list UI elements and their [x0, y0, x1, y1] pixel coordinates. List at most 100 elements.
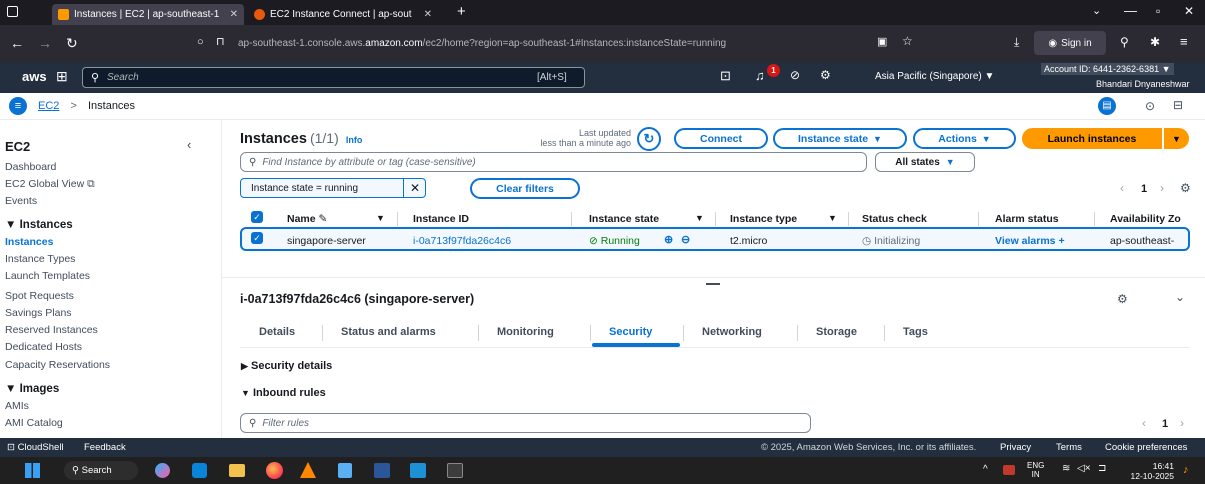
sidebar-title[interactable]: EC2: [5, 139, 30, 154]
close-tab-icon[interactable]: ✕: [224, 9, 238, 20]
sort-icon[interactable]: ▼: [376, 213, 385, 223]
notification-bell-icon[interactable]: ♪: [1183, 464, 1189, 476]
maximize-icon[interactable]: ▫: [1156, 4, 1160, 18]
actions-button[interactable]: Actions ▼: [913, 128, 1016, 149]
browser-tab-instances[interactable]: Instances | EC2 | ap-southeast-1 ✕: [52, 4, 244, 25]
sort-icon[interactable]: ▼: [695, 213, 704, 223]
tab-tags[interactable]: Tags: [903, 326, 928, 338]
zoom-in-icon[interactable]: ⊕: [664, 233, 673, 246]
close-window-icon[interactable]: ✕: [1184, 4, 1194, 18]
tab-overflow-icon[interactable]: ⌄: [1092, 4, 1101, 17]
col-alarm-status[interactable]: Alarm status: [995, 213, 1059, 225]
filter-rules-input[interactable]: ⚲ Filter rules: [240, 413, 811, 433]
tab-networking[interactable]: Networking: [702, 326, 762, 338]
connect-button[interactable]: Connect: [674, 128, 768, 149]
security-details-toggle[interactable]: ▶ Security details: [241, 360, 332, 372]
sidebar-item-global-view[interactable]: EC2 Global View ⧉: [5, 178, 95, 191]
account-user[interactable]: Bhandari Dnyaneshwar: [1096, 79, 1190, 89]
copilot-icon[interactable]: [155, 463, 170, 478]
notifications-bell-icon[interactable]: ♫: [755, 68, 765, 83]
tab-details[interactable]: Details: [259, 326, 295, 338]
help-icon[interactable]: ⊘: [790, 68, 800, 82]
prev-page-icon[interactable]: ‹: [1120, 181, 1124, 195]
next-page-icon[interactable]: ›: [1160, 181, 1164, 195]
show-hidden-icons[interactable]: ^: [983, 464, 988, 475]
table-settings-gear-icon[interactable]: ⚙: [1180, 181, 1191, 195]
launch-instances-button[interactable]: Launch instances: [1022, 128, 1162, 149]
details-settings-gear-icon[interactable]: ⚙: [1117, 292, 1128, 306]
windows-start-icon[interactable]: [25, 463, 40, 478]
volume-icon[interactable]: ◁×: [1077, 463, 1091, 474]
sidebar-section-instances[interactable]: ▼ Instances: [5, 219, 73, 231]
store-icon[interactable]: [192, 463, 207, 478]
sidebar-item-amis[interactable]: AMIs: [5, 400, 29, 412]
account-id[interactable]: Account ID: 6441-2362-6381 ▼: [1041, 63, 1174, 75]
extensions-icon[interactable]: ⚲: [1120, 35, 1129, 49]
sidebar-item-dedicated-hosts[interactable]: Dedicated Hosts: [5, 341, 82, 353]
row-checkbox[interactable]: ✓: [251, 232, 263, 244]
feedback-link[interactable]: Feedback: [84, 442, 126, 453]
tab-security[interactable]: Security: [609, 326, 652, 338]
tab-list-icon[interactable]: [7, 6, 18, 17]
collapse-panel-icon[interactable]: ⌄: [1175, 290, 1185, 304]
instance-state-button[interactable]: Instance state ▼: [773, 128, 907, 149]
col-instance-state[interactable]: Instance state: [589, 213, 659, 225]
sort-icon[interactable]: ▼: [828, 213, 837, 223]
launch-dropdown-button[interactable]: ▼: [1164, 128, 1189, 149]
browser-tab-connect[interactable]: EC2 Instance Connect | ap-sout ✕: [248, 4, 438, 25]
clear-filters-button[interactable]: Clear filters: [470, 178, 580, 199]
breadcrumb-ec2-link[interactable]: EC2: [38, 100, 59, 112]
side-nav-toggle-icon[interactable]: ≡: [9, 97, 27, 115]
remove-filter-icon[interactable]: ✕: [403, 179, 426, 197]
battery-icon[interactable]: ⊐: [1098, 463, 1106, 474]
tab-status-and-alarms[interactable]: Status and alarms: [341, 326, 436, 338]
language-indicator[interactable]: ENG IN: [1027, 461, 1044, 479]
tray-app-icon[interactable]: [1003, 465, 1015, 475]
page-number[interactable]: 1: [1141, 183, 1147, 195]
refresh-button[interactable]: ↻: [637, 127, 661, 151]
reload-icon[interactable]: ↻: [66, 35, 78, 51]
address-bar[interactable]: ○ ⊓ ap-southeast-1.console.aws.amazon.co…: [194, 31, 1004, 56]
settings-gear-icon[interactable]: ⚙: [820, 68, 831, 82]
cookie-preferences-link[interactable]: Cookie preferences: [1105, 442, 1187, 453]
instance-id-link[interactable]: i-0a713f97fda26c4c6: [413, 235, 511, 247]
sidebar-item-spot-requests[interactable]: Spot Requests: [5, 290, 74, 302]
sidebar-item-events[interactable]: Events: [5, 195, 37, 207]
cloudshell-icon[interactable]: ⊡: [720, 68, 731, 84]
menu-icon[interactable]: ≡: [1180, 34, 1188, 49]
col-name[interactable]: Name ✎: [287, 213, 327, 225]
terminal-icon[interactable]: [447, 463, 463, 478]
privacy-link[interactable]: Privacy: [1000, 442, 1031, 453]
resize-handle[interactable]: [706, 283, 720, 285]
tab-monitoring[interactable]: Monitoring: [497, 326, 554, 338]
minimize-icon[interactable]: —: [1124, 3, 1137, 18]
sidebar-item-ami-catalog[interactable]: AMI Catalog: [5, 417, 63, 429]
new-tab-icon[interactable]: +: [457, 3, 466, 20]
taskbar-search[interactable]: ⚲ Search: [64, 461, 138, 480]
wifi-icon[interactable]: ≋: [1062, 463, 1070, 474]
notifications-panel-icon[interactable]: ▤: [1098, 97, 1116, 115]
state-filter-select[interactable]: All states ▼: [875, 152, 975, 172]
zoom-out-icon[interactable]: ⊖: [681, 233, 690, 246]
sidebar-section-images[interactable]: ▼ Images: [5, 383, 59, 395]
clock[interactable]: 16:41 12-10-2025: [1122, 461, 1174, 481]
sidebar-item-instance-types[interactable]: Instance Types: [5, 253, 75, 265]
info-link[interactable]: Info: [346, 135, 363, 145]
split-panel-icon[interactable]: ⊟: [1173, 98, 1183, 112]
console-search[interactable]: ⚲ Search [Alt+S]: [82, 67, 585, 88]
split-panel-divider[interactable]: [222, 277, 1205, 278]
bookmark-star-icon[interactable]: ☆: [902, 34, 913, 48]
sidebar-item-launch-templates[interactable]: Launch Templates: [5, 270, 90, 282]
sidebar-item-dashboard[interactable]: Dashboard: [5, 161, 56, 173]
vlc-icon[interactable]: [300, 462, 316, 478]
sign-in-button[interactable]: ◉ Sign in: [1034, 31, 1106, 55]
sidebar-item-capacity-reservations[interactable]: Capacity Reservations: [5, 359, 110, 371]
remote-desktop-icon[interactable]: [410, 463, 426, 478]
services-grid-icon[interactable]: ⊞: [56, 68, 68, 85]
inbound-rules-toggle[interactable]: ▼ Inbound rules: [241, 387, 326, 399]
view-alarms-link[interactable]: View alarms +: [995, 235, 1065, 247]
download-icon[interactable]: ⤓: [1014, 35, 1019, 50]
back-icon[interactable]: ←: [10, 35, 24, 51]
prev-page-icon[interactable]: ‹: [1142, 416, 1146, 430]
forward-icon[interactable]: →: [38, 35, 52, 51]
